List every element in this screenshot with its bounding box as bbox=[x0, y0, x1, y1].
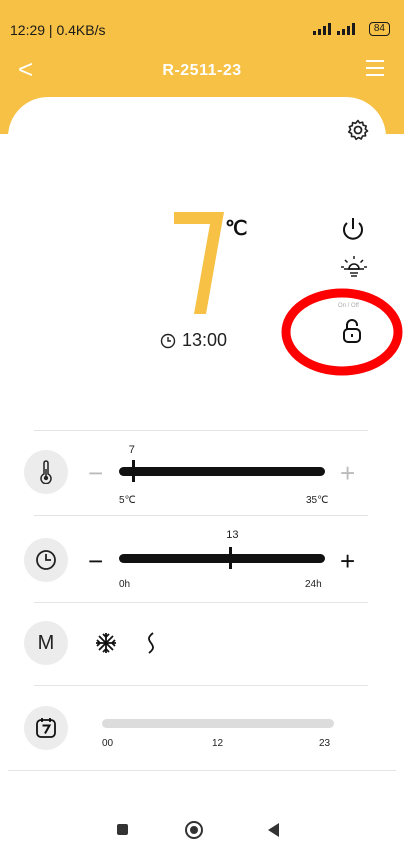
divider bbox=[8, 770, 396, 771]
page-title: R-2511-23 bbox=[162, 62, 242, 79]
timer-plus-button[interactable]: + bbox=[340, 548, 355, 574]
temperature-min-label: 5℃ bbox=[119, 495, 136, 506]
schedule-timeline-bar[interactable] bbox=[102, 719, 334, 728]
timer-slider-track[interactable] bbox=[119, 554, 325, 563]
timer-min-label: 0h bbox=[119, 579, 131, 590]
status-bar: 12:29 | 0.4KB/s 84 bbox=[0, 0, 404, 44]
temperature-max-label: 35℃ bbox=[306, 495, 329, 506]
snowflake-icon[interactable] bbox=[95, 632, 117, 654]
home-icon[interactable] bbox=[185, 821, 203, 839]
divider bbox=[34, 685, 368, 686]
system-navigation-bar bbox=[0, 816, 404, 842]
recent-apps-icon[interactable] bbox=[117, 824, 128, 835]
timer-minus-button[interactable]: − bbox=[88, 548, 103, 574]
signal-icon bbox=[312, 23, 355, 35]
battery-indicator: 84 bbox=[368, 22, 390, 36]
schedule-button[interactable] bbox=[24, 706, 68, 750]
schedule-tick-middle: 12 bbox=[212, 738, 224, 749]
timer-slider-thumb[interactable] bbox=[229, 547, 233, 569]
thermometer-icon bbox=[40, 460, 52, 484]
power-icon[interactable] bbox=[340, 216, 366, 244]
clock-icon bbox=[36, 550, 56, 570]
settings-gear-icon[interactable] bbox=[346, 118, 370, 142]
temperature-plus-button[interactable]: + bbox=[340, 460, 355, 486]
schedule-tick-end: 23 bbox=[319, 738, 331, 749]
thermometer-button[interactable] bbox=[24, 450, 68, 494]
clock-button[interactable] bbox=[24, 538, 68, 582]
heat-wave-icon[interactable] bbox=[145, 631, 157, 655]
divider bbox=[34, 430, 368, 431]
system-back-icon[interactable] bbox=[268, 823, 279, 837]
schedule-tick-start: 00 bbox=[102, 738, 114, 749]
light-bulb-icon[interactable] bbox=[340, 254, 368, 284]
clock-icon bbox=[160, 333, 176, 348]
mode-button[interactable]: M bbox=[24, 621, 68, 665]
temperature-unit: ℃ bbox=[225, 218, 248, 240]
temperature-slider-value: 7 bbox=[128, 444, 135, 456]
nav-bar: < R-2511-23 bbox=[0, 52, 404, 88]
calendar-seven-icon bbox=[36, 718, 56, 738]
temperature-slider-thumb[interactable] bbox=[131, 460, 135, 482]
temperature-slider-track[interactable] bbox=[119, 467, 325, 476]
mode-label: M bbox=[37, 631, 55, 654]
timer-slider-value: 13 bbox=[226, 529, 239, 541]
timer-max-label: 24h bbox=[305, 579, 322, 590]
timer-value: 13:00 bbox=[182, 330, 228, 350]
status-time: 12:29 | 0.4KB/s bbox=[10, 22, 106, 38]
divider bbox=[34, 602, 368, 603]
divider bbox=[34, 515, 368, 516]
temperature-minus-button[interactable]: − bbox=[88, 460, 103, 486]
timer-display: 13:00 bbox=[160, 330, 227, 351]
status-icons: 84 bbox=[312, 22, 390, 36]
highlight-annotation bbox=[281, 288, 403, 376]
menu-icon[interactable] bbox=[366, 60, 384, 76]
